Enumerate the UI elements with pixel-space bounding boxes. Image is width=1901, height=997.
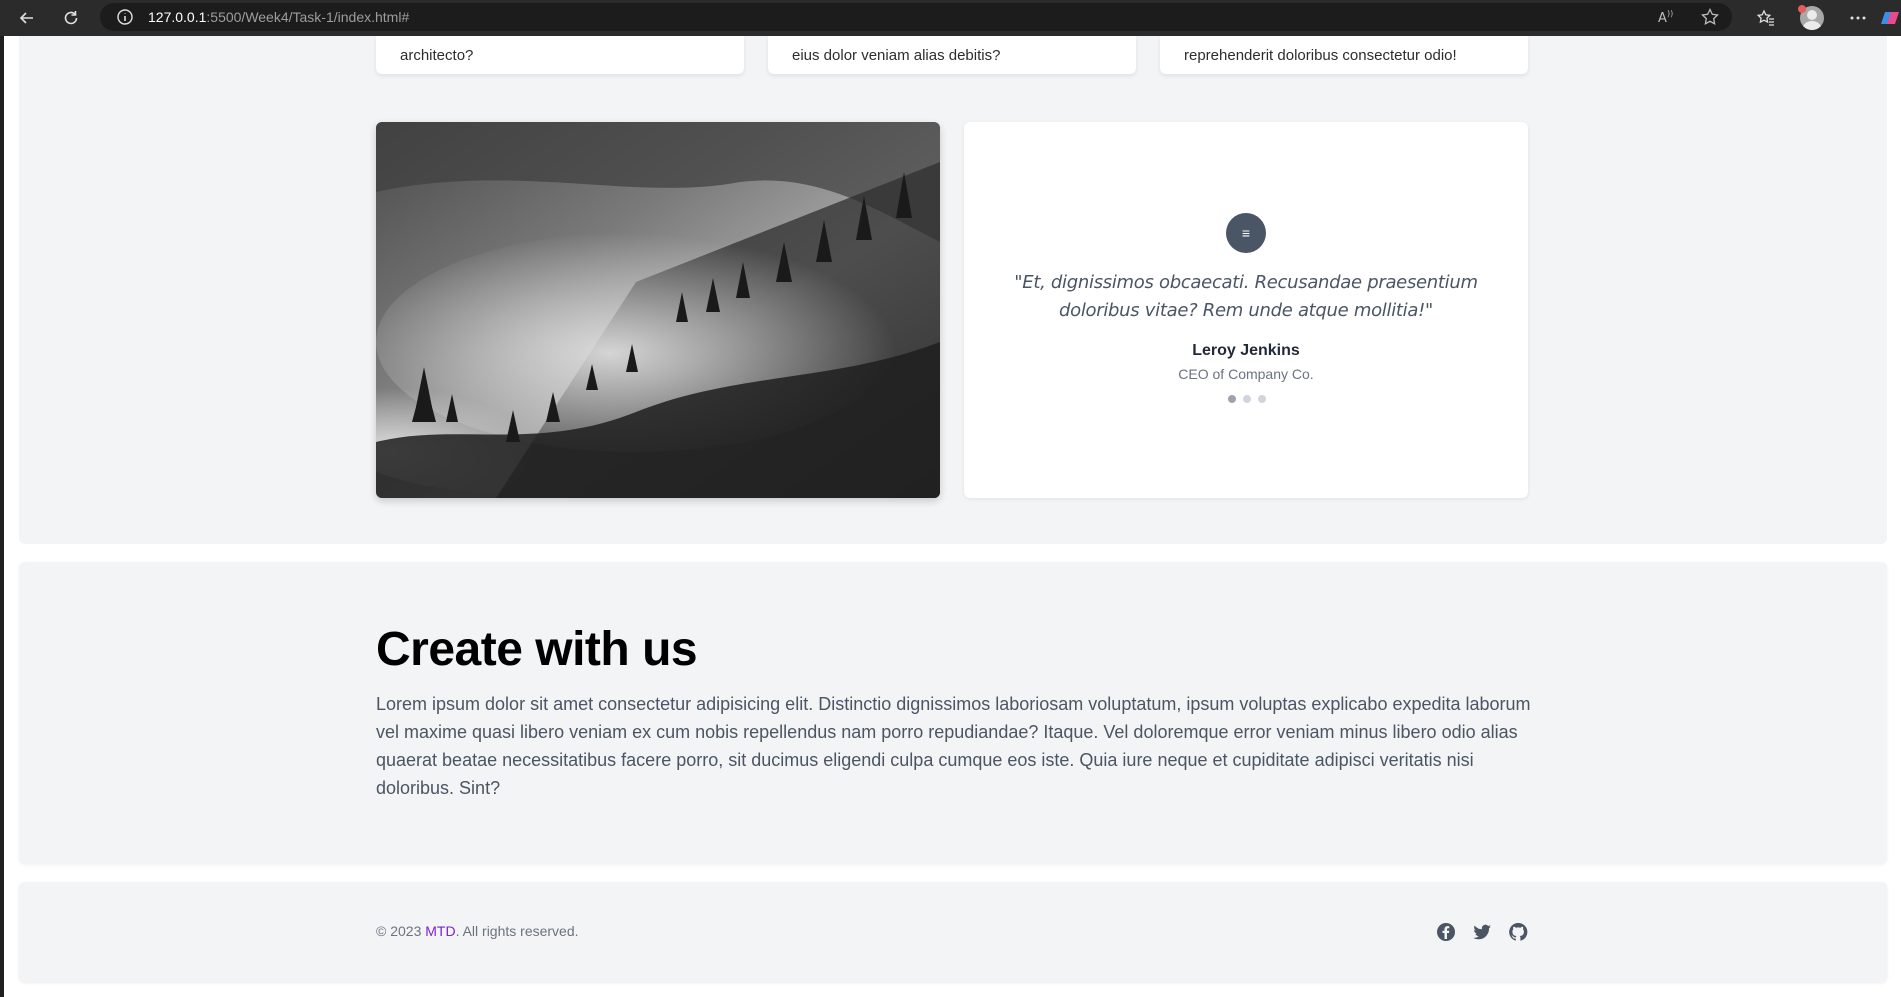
address-bar[interactable]: 127.0.0.1:5500/Week4/Task-1/index.html# … [100, 3, 1732, 31]
testimonial-card: ≡ "Et, dignissimos obcaecati. Recusandae… [964, 122, 1528, 498]
reload-icon [64, 11, 78, 25]
favorite-star-icon[interactable] [1700, 7, 1720, 27]
testimonial-author-role: CEO of Company Co. [1178, 366, 1314, 382]
read-aloud-icon[interactable]: A)) [1656, 7, 1676, 27]
notification-dot [1798, 5, 1806, 13]
site-info-icon[interactable] [116, 8, 134, 26]
svg-text:A: A [1658, 11, 1667, 26]
social-links [1436, 922, 1528, 942]
copilot-icon [1881, 12, 1899, 24]
profile-button[interactable] [1789, 0, 1835, 36]
create-section: Create with us Lorem ipsum dolor sit ame… [19, 562, 1887, 864]
svg-text:)): )) [1667, 9, 1673, 18]
footer: © 2023 MTD. All rights reserved. [19, 882, 1887, 982]
ellipsis-icon [1850, 16, 1866, 20]
feature-card: eius dolor veniam alias debitis? [768, 36, 1136, 74]
back-button[interactable] [9, 0, 45, 36]
testimonial-quote: "Et, dignissimos obcaecati. Recusandae p… [1014, 272, 1478, 321]
create-title: Create with us [376, 623, 698, 676]
twitter-icon[interactable] [1472, 922, 1492, 942]
browser-toolbar: 127.0.0.1:5500/Week4/Task-1/index.html# … [0, 0, 1901, 36]
feature-card-text: architecto? [400, 47, 474, 64]
feature-card: reprehenderit doloribus consectetur odio… [1160, 36, 1528, 74]
url-text[interactable]: 127.0.0.1:5500/Week4/Task-1/index.html# [148, 9, 409, 25]
feature-card-text: eius dolor veniam alias debitis? [792, 47, 1001, 64]
features-section: architecto? eius dolor veniam alias debi… [19, 36, 1887, 544]
page-viewport: architecto? eius dolor veniam alias debi… [4, 36, 1901, 997]
facebook-icon[interactable] [1436, 922, 1456, 942]
create-text: Lorem ipsum dolor sit amet consectetur a… [376, 694, 1531, 798]
back-arrow-icon [19, 12, 33, 24]
quote-icon: ≡ [1226, 213, 1266, 253]
copyright: © 2023 MTD. All rights reserved. [376, 923, 579, 939]
favorites-icon [1756, 9, 1774, 26]
reload-button[interactable] [53, 0, 89, 36]
feature-card-text: reprehenderit doloribus consectetur odio… [1184, 47, 1457, 64]
forest-fog-image [376, 122, 940, 498]
carousel-dot-3[interactable] [1258, 395, 1266, 403]
carousel-dot-1[interactable] [1228, 395, 1236, 403]
feature-card: architecto? [376, 36, 744, 74]
brand-link[interactable]: MTD [425, 923, 455, 939]
carousel-dots [1228, 395, 1266, 403]
testimonial-author-name: Leroy Jenkins [1192, 342, 1300, 359]
github-icon[interactable] [1508, 922, 1528, 942]
copilot-button[interactable] [1881, 0, 1901, 36]
favorites-button[interactable] [1743, 0, 1789, 36]
more-menu-button[interactable] [1835, 0, 1881, 36]
carousel-dot-2[interactable] [1243, 395, 1251, 403]
